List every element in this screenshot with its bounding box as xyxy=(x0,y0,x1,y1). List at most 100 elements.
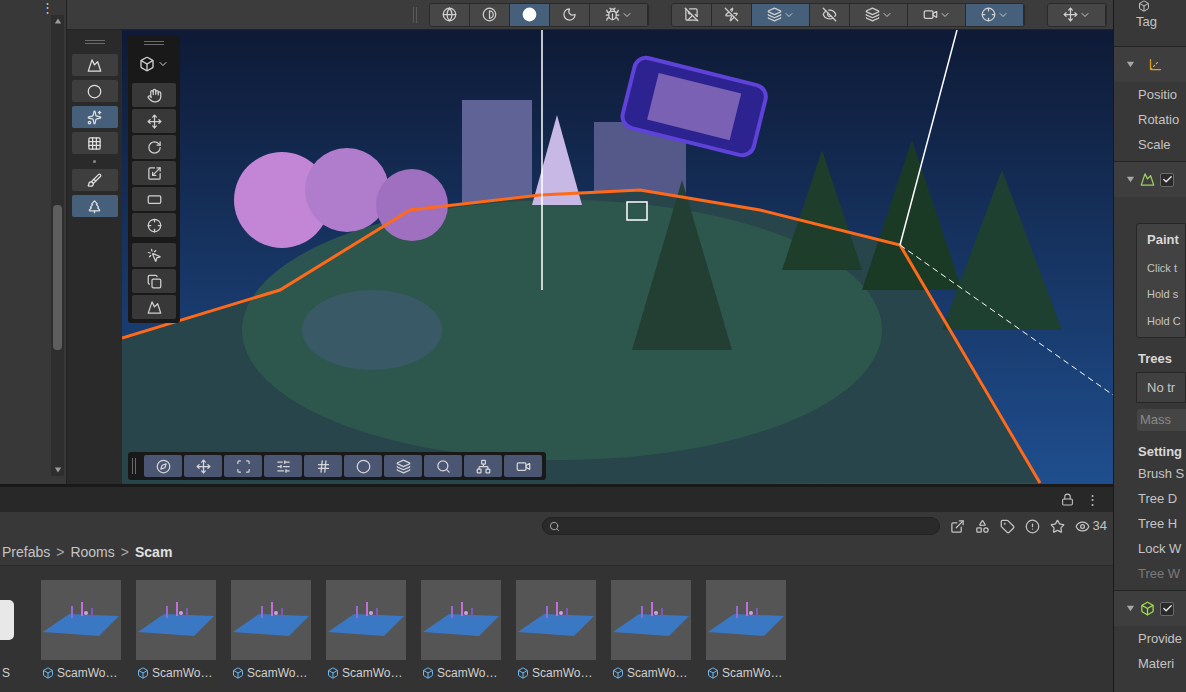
toolbar-button[interactable] xyxy=(1048,4,1106,26)
terrain-tool[interactable] xyxy=(72,54,118,76)
terrain-tool[interactable] xyxy=(72,195,118,217)
scroll-down-icon[interactable] xyxy=(54,466,62,474)
terrain-tool[interactable] xyxy=(72,132,118,154)
lock-icon[interactable] xyxy=(1061,493,1074,506)
palette-tool[interactable] xyxy=(132,135,176,159)
asset-item[interactable]: ScamWo… xyxy=(516,580,596,682)
asset-item[interactable]: ScamWo… xyxy=(421,580,501,682)
toolbar-grip[interactable] xyxy=(413,7,417,23)
toolbar-button[interactable] xyxy=(712,4,752,26)
scroll-up-icon[interactable] xyxy=(54,17,62,25)
asset-thumbnail[interactable] xyxy=(0,580,26,660)
toolbar-button[interactable] xyxy=(966,4,1024,26)
favorite-icon[interactable] xyxy=(1050,519,1065,534)
overlay-grip[interactable] xyxy=(132,458,136,474)
toolbar-button[interactable] xyxy=(908,4,966,26)
property-row[interactable]: Brush S xyxy=(1114,461,1186,486)
toolbar-button[interactable] xyxy=(510,4,550,26)
property-row[interactable]: Tree W xyxy=(1114,561,1186,586)
overlay-button[interactable] xyxy=(384,455,422,477)
palette-tool[interactable] xyxy=(132,243,176,267)
menu-button[interactable]: ⋮ xyxy=(41,0,54,15)
property-row[interactable]: Lock W xyxy=(1114,536,1186,561)
palette-grip[interactable] xyxy=(144,41,164,45)
overlay-button[interactable] xyxy=(224,455,262,477)
menu-button[interactable]: ⋮ xyxy=(1086,490,1099,510)
foldout-icon[interactable] xyxy=(1126,60,1135,69)
asset-thumbnail[interactable] xyxy=(516,580,596,660)
foldout-icon[interactable] xyxy=(1126,175,1135,184)
asset-item[interactable]: S xyxy=(0,580,26,682)
property-row[interactable]: Tree D xyxy=(1114,486,1186,511)
asset-item[interactable]: ScamWo… xyxy=(326,580,406,682)
overlay-button[interactable] xyxy=(304,455,342,477)
asset-item[interactable]: ScamWo… xyxy=(611,580,691,682)
palette-tool[interactable] xyxy=(132,109,176,133)
view-dropdown[interactable] xyxy=(139,53,169,75)
toolbar-button[interactable] xyxy=(672,4,712,26)
overlay-button[interactable] xyxy=(464,455,502,477)
asset-item[interactable]: ScamWo… xyxy=(136,580,216,682)
scene-view[interactable] xyxy=(122,30,1113,484)
overlay-button[interactable] xyxy=(264,455,302,477)
terrain-tool[interactable] xyxy=(72,106,118,128)
scene-render[interactable] xyxy=(122,30,1113,484)
overlay-button[interactable] xyxy=(184,455,222,477)
toolbar-button[interactable] xyxy=(550,4,590,26)
toolbar-button[interactable] xyxy=(850,4,908,26)
property-row[interactable]: Rotatio xyxy=(1114,107,1186,132)
visibility-count[interactable]: 34 xyxy=(1075,516,1107,536)
asset-thumbnail[interactable] xyxy=(136,580,216,660)
log-filter-icon[interactable] xyxy=(1025,519,1040,534)
component-header[interactable] xyxy=(1114,46,1186,82)
breadcrumb-item[interactable]: Rooms xyxy=(70,542,114,563)
terrain-tool[interactable] xyxy=(72,169,118,191)
mass-place-button[interactable]: Mass xyxy=(1137,409,1186,431)
property-row[interactable]: Scale xyxy=(1114,132,1186,157)
asset-item[interactable]: ScamWo… xyxy=(231,580,311,682)
toolbar-button[interactable] xyxy=(810,4,850,26)
asset-thumbnail[interactable] xyxy=(231,580,311,660)
asset-item[interactable]: ScamWo… xyxy=(41,580,121,682)
overlay-button[interactable] xyxy=(504,455,542,477)
property-row[interactable]: Tree H xyxy=(1114,511,1186,536)
search-field[interactable] xyxy=(542,517,940,535)
overlay-button[interactable] xyxy=(144,455,182,477)
palette-tool[interactable] xyxy=(132,269,176,293)
property-row[interactable]: Positio xyxy=(1114,82,1186,107)
asset-thumbnail[interactable] xyxy=(326,580,406,660)
palette-tool[interactable] xyxy=(132,187,176,211)
asset-thumbnail[interactable] xyxy=(41,580,121,660)
foldout-icon[interactable] xyxy=(1126,604,1135,613)
breadcrumb-item[interactable]: Prefabs xyxy=(2,542,50,563)
asset-thumbnail[interactable] xyxy=(706,580,786,660)
palette-tool[interactable] xyxy=(132,295,176,319)
palette-tool[interactable] xyxy=(132,213,176,237)
open-icon[interactable] xyxy=(950,519,965,534)
asset-thumbnail[interactable] xyxy=(611,580,691,660)
toolbar-button[interactable] xyxy=(470,4,510,26)
toolbar-button[interactable] xyxy=(590,4,648,26)
tree-list[interactable]: No tr xyxy=(1136,372,1186,403)
tag-label[interactable]: Tag xyxy=(1136,14,1186,30)
toolbar-button[interactable] xyxy=(430,4,470,26)
palette-tool[interactable] xyxy=(132,83,176,107)
scrollbar[interactable] xyxy=(51,15,64,476)
enabled-checkbox[interactable] xyxy=(1160,173,1174,187)
scroll-thumb[interactable] xyxy=(53,205,62,350)
label-filter-icon[interactable] xyxy=(1000,519,1015,534)
asset-item[interactable]: ScamWo… xyxy=(706,580,786,682)
overlay-button[interactable] xyxy=(424,455,462,477)
breadcrumb-item[interactable]: Scam xyxy=(135,542,172,563)
type-filter-icon[interactable] xyxy=(975,519,990,534)
component-header[interactable] xyxy=(1114,161,1186,197)
terrain-grip[interactable] xyxy=(85,40,105,44)
enabled-checkbox[interactable] xyxy=(1160,602,1174,616)
property-row[interactable]: Materi xyxy=(1114,651,1186,676)
property-row[interactable]: Provide xyxy=(1114,626,1186,651)
palette-tool[interactable] xyxy=(132,161,176,185)
asset-thumbnail[interactable] xyxy=(421,580,501,660)
toolbar-button[interactable] xyxy=(752,4,810,26)
overlay-button[interactable] xyxy=(344,455,382,477)
component-header[interactable] xyxy=(1114,590,1186,626)
